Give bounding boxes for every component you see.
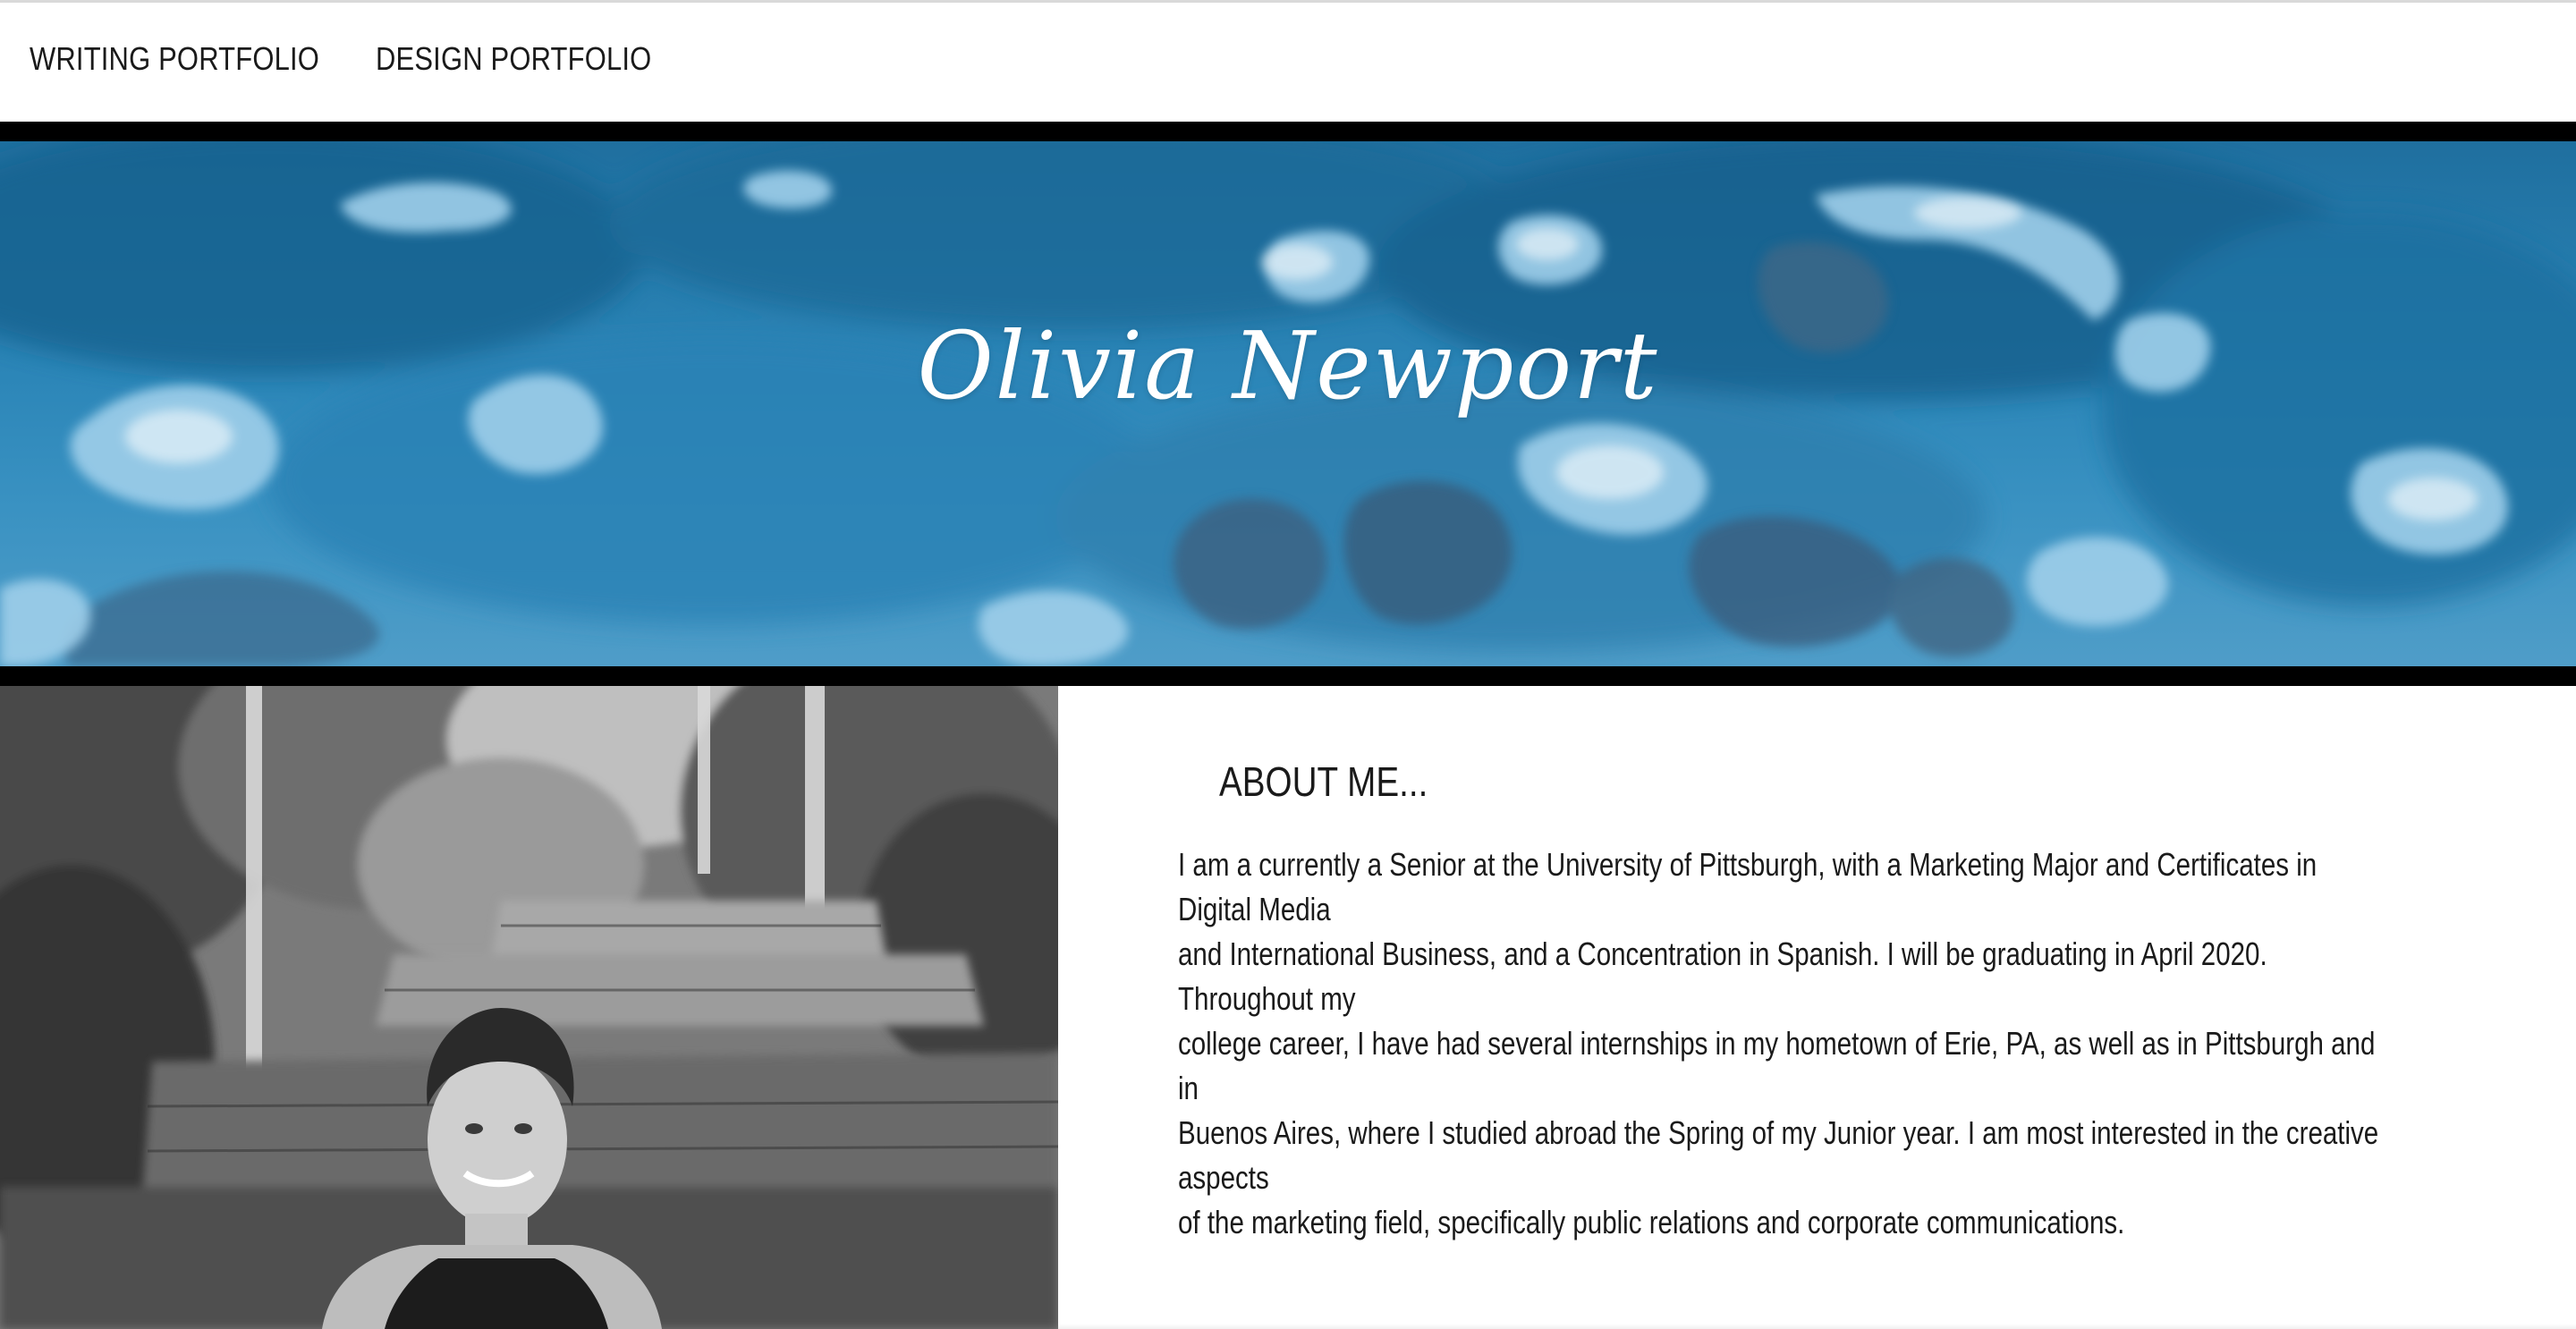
hero-name-title: Olivia Newport [917,311,1659,420]
profile-photo-image [0,686,1058,1329]
hero-divider-bar [0,666,2576,686]
about-line: Buenos Aires, where I studied abroad the… [1178,1114,2379,1196]
about-paragraph: I am a currently a Senior at the Univers… [1178,842,2381,1245]
hero-banner: Olivia Newport [0,141,2576,666]
nav-design-portfolio-link[interactable]: DESIGN PORTFOLIO [376,40,651,78]
about-line: and International Business, and a Concen… [1178,935,2267,1017]
header-divider-bar [0,122,2576,141]
about-me-section: ABOUT ME... I am a currently a Senior at… [1058,686,2576,1329]
about-line: I am a currently a Senior at the Univers… [1178,846,2318,927]
nav-writing-portfolio-link[interactable]: WRITING PORTFOLIO [30,40,319,78]
about-line: of the marketing field, specifically pub… [1178,1204,2125,1240]
about-heading: ABOUT ME... [1219,758,1428,805]
top-navigation: WRITING PORTFOLIO DESIGN PORTFOLIO [0,3,2576,122]
about-line: college career, I have had several inter… [1178,1025,2376,1106]
bottom-shadow [1058,1324,2576,1329]
profile-photo [0,686,1058,1329]
